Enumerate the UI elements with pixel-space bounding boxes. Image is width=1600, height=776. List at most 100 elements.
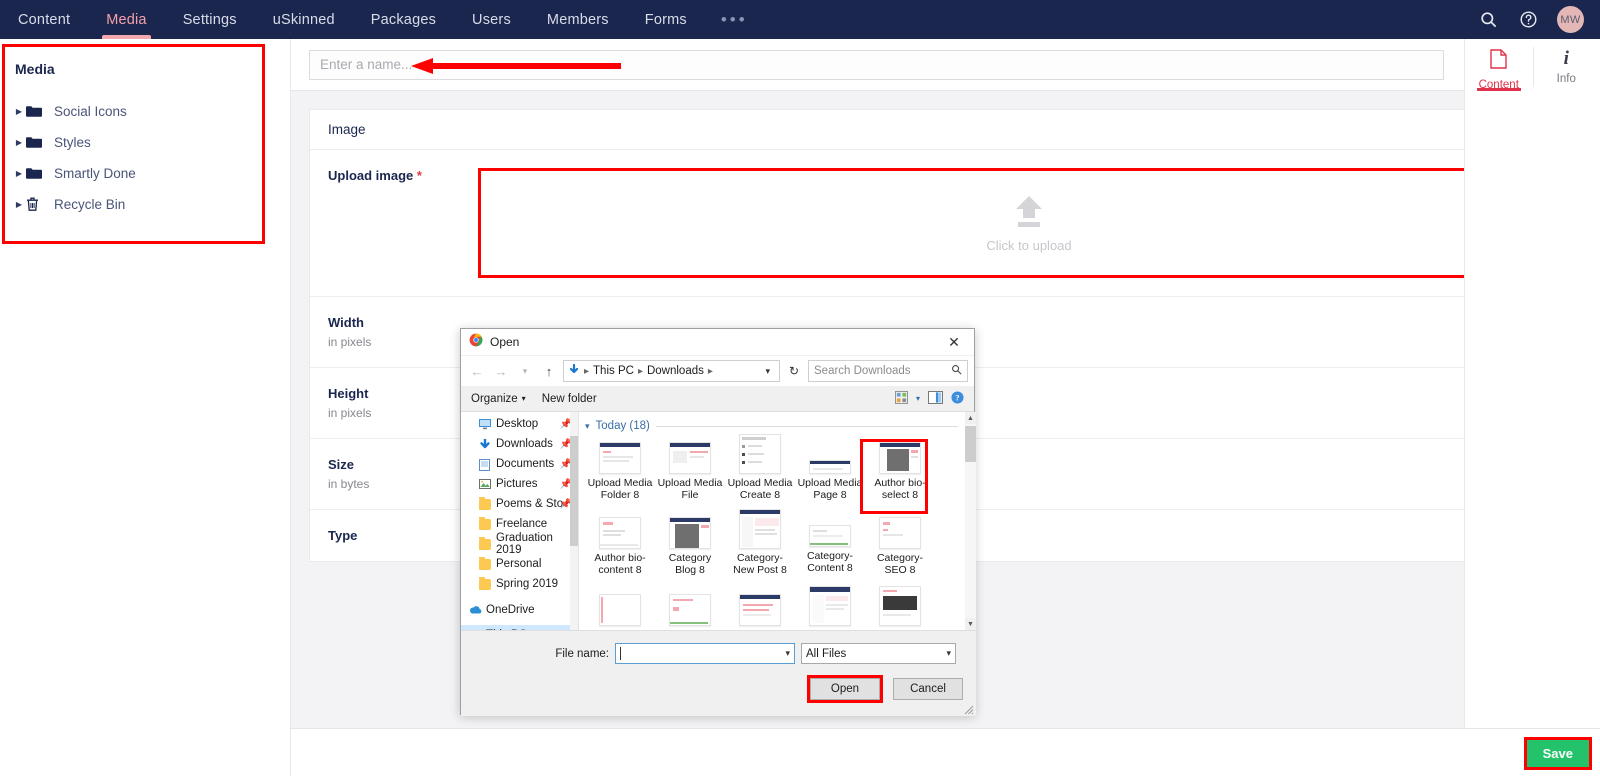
sidebar-item-styles[interactable]: ▶ Styles [12,132,91,152]
nav-item-uskinned[interactable]: uSkinned [255,0,353,39]
help-icon[interactable] [1517,9,1539,31]
chevron-down-icon[interactable]: ▾ [760,366,775,377]
folder-icon [479,496,491,510]
folder-icon [26,136,50,149]
chevron-down-icon[interactable]: ▾ [785,648,790,659]
place-label: Pictures [496,478,538,490]
search-input[interactable]: Search Downloads [808,360,968,382]
place-item-freelance[interactable]: Freelance [461,514,578,534]
chevron-right-icon[interactable]: ▶ [12,169,26,178]
nav-label: Forms [644,11,687,28]
filename-input[interactable]: ▾ [615,643,795,664]
place-label: Personal [496,558,542,570]
card-title: Image [310,110,1598,150]
scroll-up-arrow-icon[interactable]: ▲ [965,412,976,424]
nav-item-forms[interactable]: Forms [627,0,705,39]
place-item-graduation-2019[interactable]: Graduation 2019 [461,532,578,556]
chevron-right-icon[interactable]: ▶ [12,200,26,209]
sidebar-item-smartly-done[interactable]: ▶ Smartly Done [12,163,136,183]
nav-overflow-label: ••• [720,9,748,29]
sidebar-item-social-icons[interactable]: ▶ Social Icons [12,101,127,121]
breadcrumb-this-pc[interactable]: This PC [593,365,634,377]
filetype-select[interactable]: All Files ▾ [801,643,956,664]
place-item-onedrive[interactable]: OneDrive [461,600,578,620]
view-tiles-icon[interactable] [894,390,908,407]
dialog-places-list[interactable]: Desktop 📌 Downloads 📌 Documents 📌 Pictur… [461,412,579,630]
file-item[interactable]: Add a [795,586,865,630]
organize-button[interactable]: Organize ▾ [471,393,526,405]
chevron-right-icon[interactable]: ▶ [12,138,26,147]
upload-dropzone[interactable]: Click to upload [478,168,1580,278]
tab-info[interactable]: i Info [1533,39,1600,91]
close-icon[interactable]: ✕ [934,329,974,356]
file-item[interactable]: Category-SEO 8 [865,513,935,580]
file-item[interactable]: Upload Media Page 8 [795,438,865,505]
tab-content[interactable]: Content [1465,39,1533,91]
file-item[interactable]: Add a [865,586,935,630]
file-grid[interactable]: ▾ Today (18) Upload Media Folder 8 Uploa… [579,412,976,630]
help-circle-icon[interactable]: ? [951,390,964,407]
sidebar-item-label: Recycle Bin [54,196,126,212]
chevron-down-icon[interactable]: ▾ [946,648,951,659]
nav-overflow-button[interactable]: ••• [705,0,764,39]
arrow-right-icon[interactable]: → [491,360,511,382]
search-icon[interactable] [1477,9,1499,31]
place-label: Graduation 2019 [496,532,553,556]
breadcrumb[interactable]: ▸ This PC ▸ Downloads ▸ ▾ [563,360,780,382]
file-item[interactable]: Category-New Post 8 [725,509,795,580]
place-item-spring-2019[interactable]: Spring 2019 [461,574,578,594]
new-folder-button[interactable]: New folder [542,393,597,405]
file-item[interactable]: Add a [655,590,725,630]
places-scrollbar-thumb[interactable] [570,436,578,546]
file-item[interactable]: Add a [725,590,795,630]
nav-item-content[interactable]: Content [0,0,88,39]
field-label-text: Type [328,528,358,543]
nav-item-media[interactable]: Media [88,0,165,39]
file-item[interactable]: Category Blog 8 [655,513,725,580]
cancel-button[interactable]: Cancel [893,678,963,700]
breadcrumb-downloads[interactable]: Downloads [647,365,704,377]
file-item[interactable]: Upload Media File [655,438,725,505]
info-icon: i [1563,48,1569,69]
file-group-header[interactable]: ▾ Today (18) [579,412,976,434]
file-item-selected[interactable]: Author bio-select 8 [865,438,935,505]
arrow-left-icon[interactable]: ← [467,360,487,382]
file-item[interactable]: Upload Media Folder 8 [585,438,655,505]
sidebar-item-recycle-bin[interactable]: ▶ Recycle Bin [12,194,125,214]
nav-label: Packages [370,11,437,28]
refresh-icon[interactable]: ↻ [784,364,804,378]
nav-item-packages[interactable]: Packages [353,0,454,39]
folder-icon [26,105,50,118]
nav-item-users[interactable]: Users [454,0,529,39]
chevron-down-icon[interactable]: ▾ [515,360,535,382]
place-item-documents[interactable]: Documents 📌 [461,454,578,474]
file-item[interactable]: Author bio-content 8 [585,513,655,580]
file-item[interactable]: Add a [585,590,655,630]
field-hint: in bytes [328,477,370,491]
save-button[interactable]: Save [1526,740,1589,767]
preview-pane-icon[interactable] [928,390,943,407]
file-grid-scrollbar-thumb[interactable] [965,426,976,462]
avatar[interactable]: MW [1557,6,1584,33]
nav-item-members[interactable]: Members [529,0,627,39]
chevron-down-icon[interactable]: ▾ [585,421,590,432]
places-scrollbar-track[interactable] [570,412,578,630]
file-item[interactable]: Category-Content 8 [795,513,865,580]
arrow-up-icon[interactable]: ↑ [539,360,559,382]
place-item-poems-sto[interactable]: Poems & Sto 📌 [461,494,578,514]
file-grid-scrollbar-track[interactable]: ▲ ▼ [965,412,976,630]
nav-label: Content [18,11,71,28]
chevron-down-icon[interactable]: ▾ [916,394,920,403]
resize-grip-icon[interactable] [964,705,974,715]
open-button[interactable]: Open [810,678,880,700]
place-item-pictures[interactable]: Pictures 📌 [461,474,578,494]
file-grid-items: Upload Media Folder 8 Upload Media File [579,434,976,630]
file-item[interactable]: Upload Media Create 8 [725,434,795,505]
chevron-right-icon[interactable]: ▶ [12,107,26,116]
place-item-downloads[interactable]: Downloads 📌 [461,434,578,454]
place-item-personal[interactable]: Personal [461,554,578,574]
scroll-down-arrow-icon[interactable]: ▼ [965,618,976,630]
nav-item-settings[interactable]: Settings [165,0,255,39]
place-item-desktop[interactable]: Desktop 📌 [461,414,578,434]
file-name: Upload Media Folder 8 [587,477,653,501]
